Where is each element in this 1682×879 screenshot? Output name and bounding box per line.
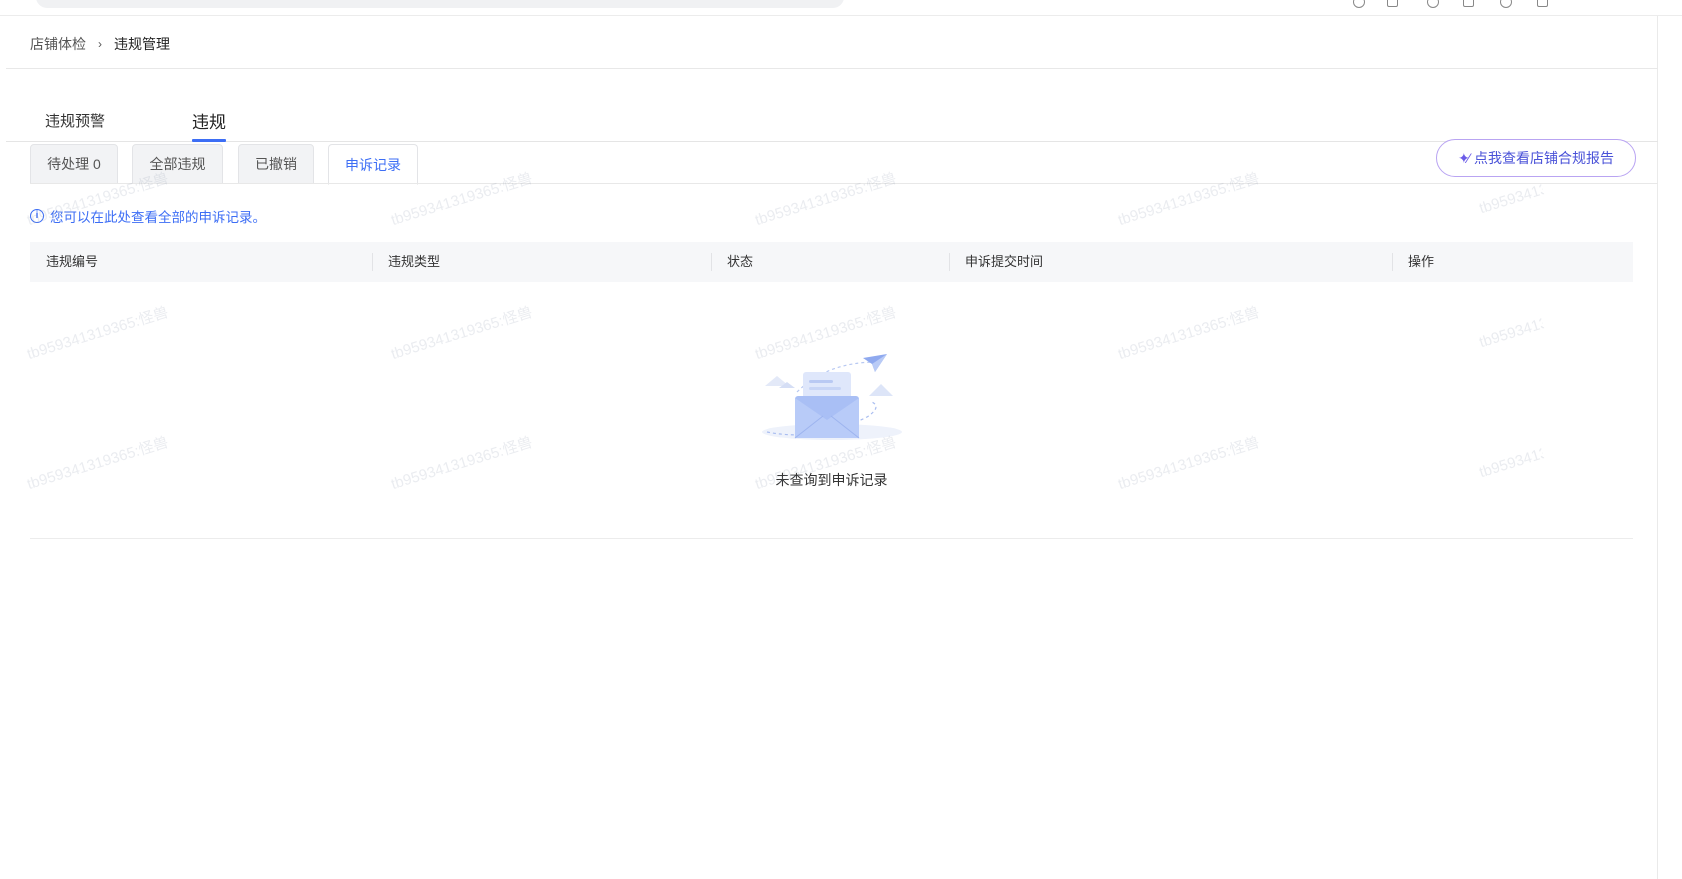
violation-management-page: 店铺体检 › 违规管理 违规预警 违规 待处理 0 全部违规 已撤销 申诉记录 … [6, 16, 1658, 879]
empty-state-text: 未查询到申诉记录 [775, 472, 888, 488]
sparkle-wand-icon: ✦⁄ [1457, 149, 1470, 166]
column-header-actions: 操作 [1392, 242, 1434, 282]
toolbar-extension-icon[interactable] [1427, 0, 1439, 8]
address-bar[interactable] [36, 0, 844, 8]
subtab-revoked[interactable]: 已撤销 [238, 144, 314, 184]
toolbar-clipboard-icon[interactable] [1387, 0, 1398, 7]
header-divider [6, 68, 1658, 69]
compliance-report-button[interactable]: ✦⁄ 点我查看店铺合规报告 [1436, 139, 1636, 177]
info-notice-text: 您可以在此处查看全部的申诉记录。 [50, 210, 266, 225]
tab-violation[interactable]: 违规 [192, 108, 226, 142]
table-body: 未查询到申诉记录 [30, 282, 1633, 539]
info-notice: i 您可以在此处查看全部的申诉记录。 [30, 206, 266, 226]
subtab-divider [30, 183, 1658, 184]
subtab-all-violations[interactable]: 全部违规 [132, 144, 223, 184]
main-tabs: 违规预警 违规 [6, 70, 1658, 142]
empty-mail-envelope-icon [757, 342, 907, 452]
table-header: 违规编号 违规类型 状态 申诉提交时间 操作 [30, 242, 1633, 282]
chevron-right-icon: › [98, 37, 102, 51]
toolbar-window-icon[interactable] [1463, 0, 1474, 7]
toolbar-chat-icon[interactable] [1537, 0, 1548, 7]
breadcrumb-shop-checkup[interactable]: 店铺体检 [30, 34, 86, 54]
breadcrumb: 店铺体检 › 违规管理 [30, 34, 170, 54]
subtab-appeal-records[interactable]: 申诉记录 [328, 144, 418, 185]
breadcrumb-current: 违规管理 [114, 36, 170, 52]
column-header-status: 状态 [711, 242, 753, 282]
browser-toolbar-strip [0, 0, 1682, 16]
appeal-records-table: 违规编号 违规类型 状态 申诉提交时间 操作 未查询到申诉记录 [30, 242, 1633, 539]
info-icon: i [30, 209, 44, 223]
toolbar-circle-icon[interactable] [1353, 0, 1365, 8]
empty-state: 未查询到申诉记录 [30, 342, 1633, 490]
tab-violation-warning[interactable]: 违规预警 [45, 110, 105, 131]
column-header-violation-type: 违规类型 [372, 242, 440, 282]
toolbar-help-icon[interactable] [1500, 0, 1512, 8]
compliance-report-label: 点我查看店铺合规报告 [1474, 150, 1615, 166]
column-header-violation-id: 违规编号 [46, 254, 99, 269]
column-header-appeal-time: 申诉提交时间 [949, 242, 1043, 282]
subtab-pending[interactable]: 待处理 0 [30, 144, 118, 184]
